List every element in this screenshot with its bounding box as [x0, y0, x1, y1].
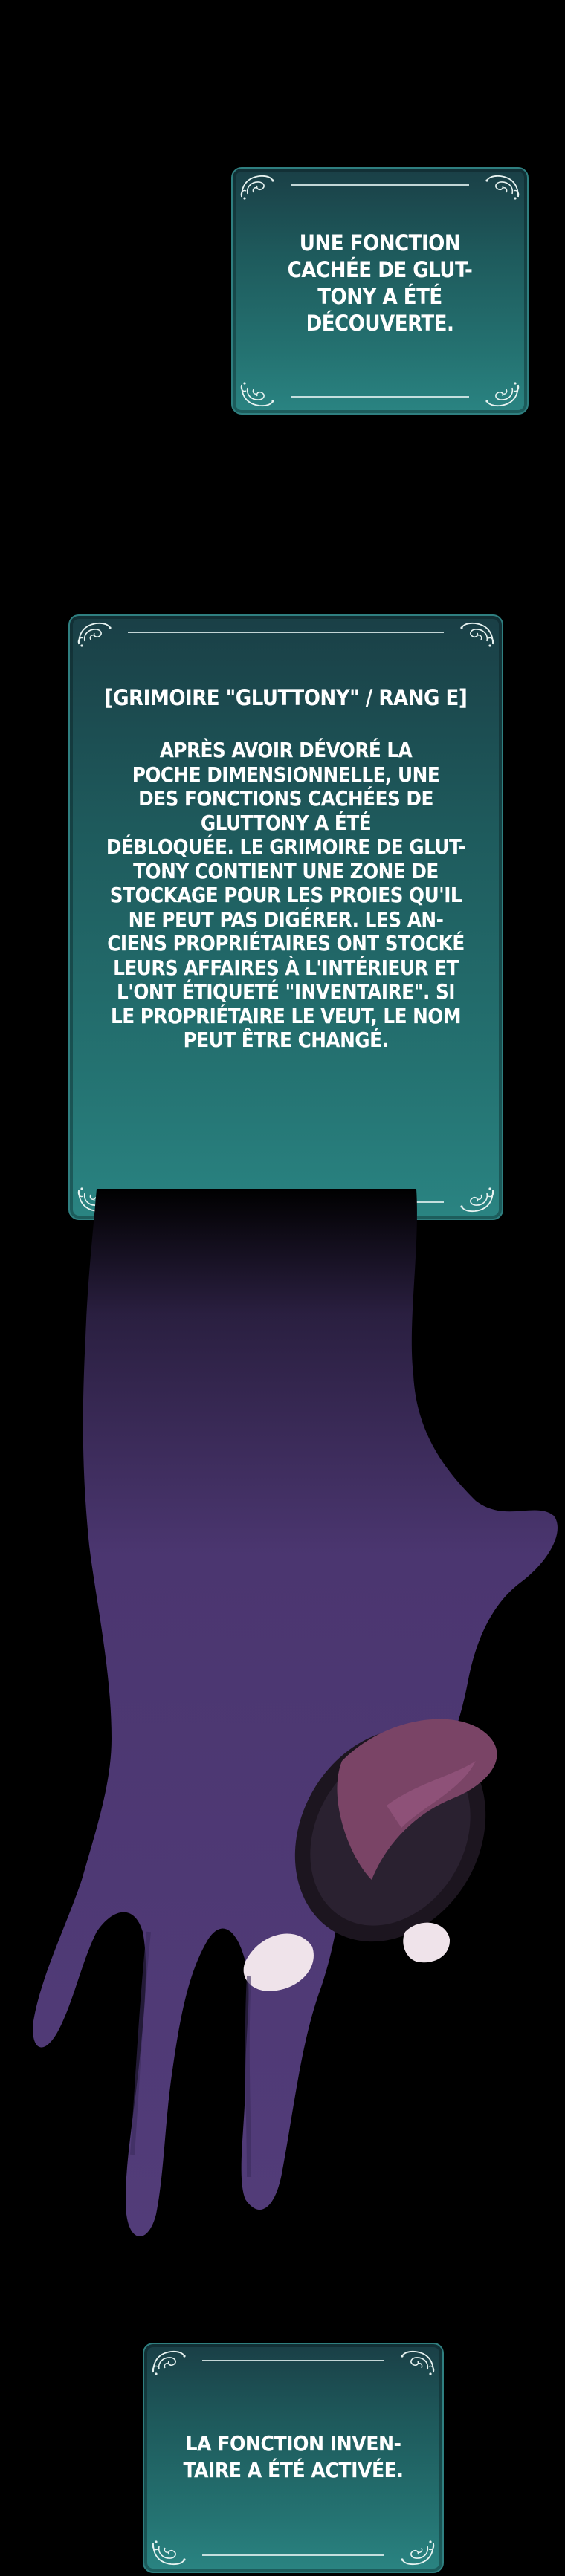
- filigree-corner-icon: [399, 2539, 438, 2569]
- frame-rule-top: [291, 184, 469, 186]
- hand-with-ring-illustration: [33, 1189, 558, 2236]
- caption-box-top: UNE FONCTION CACHÉE DE GLUT- TONY A ÉTÉ …: [231, 167, 529, 415]
- frame-rule-bottom: [202, 2554, 384, 2556]
- filigree-corner-icon: [237, 380, 276, 410]
- caption-text: UNE FONCTION CACHÉE DE GLUT- TONY A ÉTÉ …: [287, 230, 473, 336]
- grimoire-title: [GRIMOIRE "GLUTTONY" / RANG E]: [104, 685, 468, 710]
- filigree-corner-icon: [399, 2347, 438, 2377]
- hand-shape: [33, 1189, 558, 2236]
- filigree-corner-icon: [237, 172, 276, 201]
- filigree-corner-icon: [484, 172, 523, 201]
- caption-box-grimoire: [GRIMOIRE "GLUTTONY" / RANG E] APRÈS AVO…: [68, 614, 503, 1220]
- filigree-corner-icon: [74, 619, 113, 649]
- filigree-corner-icon: [149, 2539, 187, 2569]
- filigree-corner-icon: [459, 619, 497, 649]
- grimoire-description: APRÈS AVOIR DÉVORÉ LA POCHE DIMENSIONNEL…: [106, 739, 466, 1052]
- caption-text: LA FONCTION INVEN- TAIRE A ÉTÉ ACTIVÉE.: [183, 2431, 404, 2482]
- filigree-corner-icon: [149, 2347, 187, 2377]
- frame-rule-top: [202, 2360, 384, 2361]
- frame-rule-top: [128, 632, 444, 633]
- caption-box-bottom: LA FONCTION INVEN- TAIRE A ÉTÉ ACTIVÉE.: [143, 2343, 444, 2573]
- filigree-corner-icon: [484, 380, 523, 410]
- frame-rule-bottom: [291, 396, 469, 398]
